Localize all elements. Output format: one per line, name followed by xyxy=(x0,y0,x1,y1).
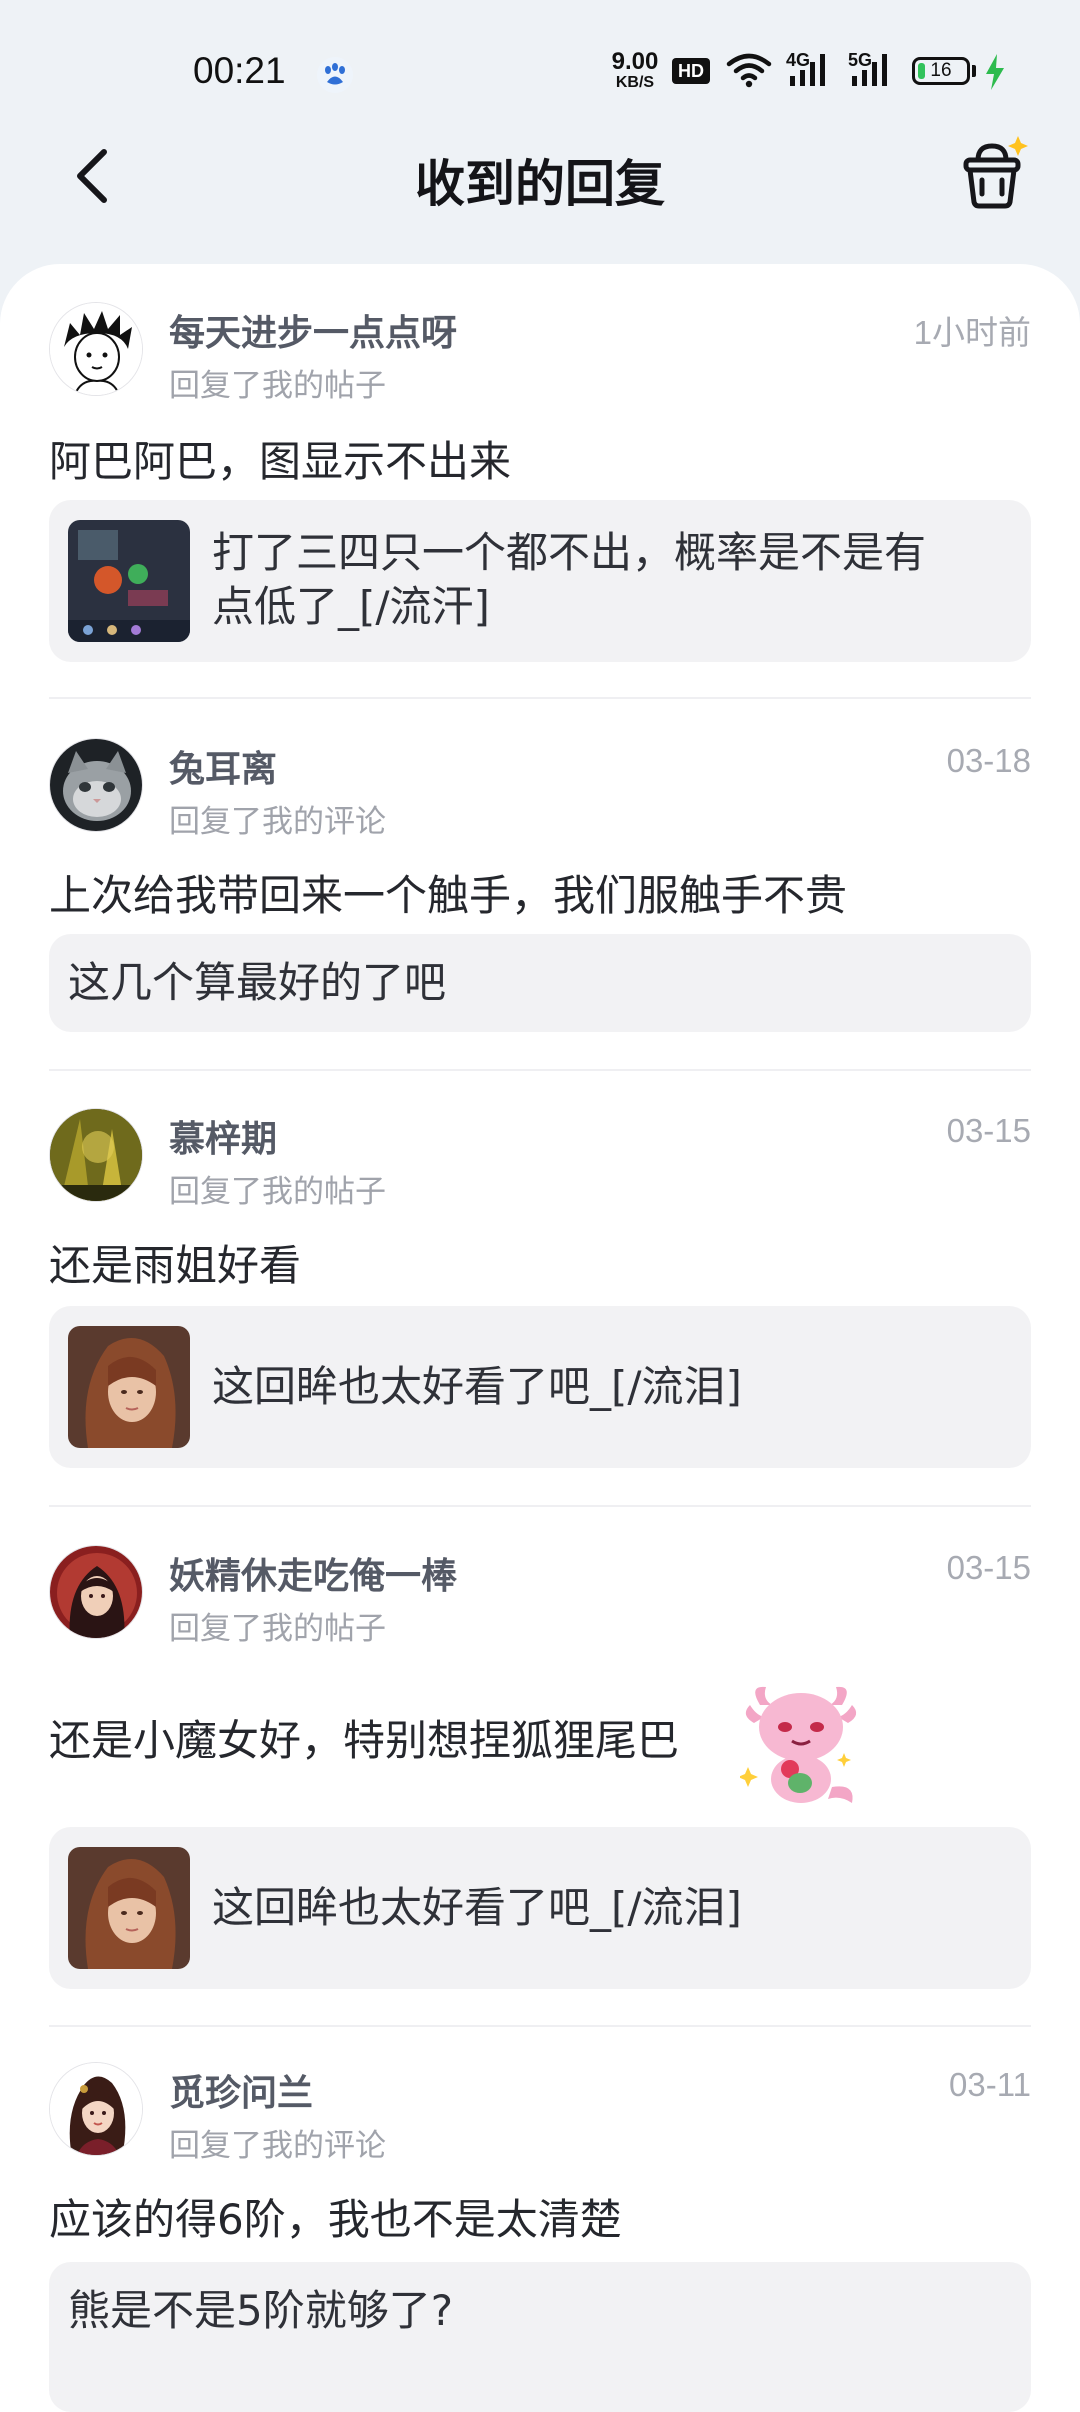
quote-text: 这回眸也太好看了吧_[/流泪] xyxy=(212,1883,742,1932)
reply-type-label: 回复了我的帖子 xyxy=(169,368,386,404)
timestamp: 03-15 xyxy=(946,1549,1031,1586)
battery-icon: 16 xyxy=(912,57,970,85)
timestamp: 1小时前 xyxy=(913,314,1031,351)
quoted-comment[interactable]: 这几个算最好的了吧 xyxy=(49,934,1031,1032)
username[interactable]: 慕梓期 xyxy=(169,1110,277,1162)
username[interactable]: 每天进步一点点呀 xyxy=(169,304,457,356)
network-speed: 9.00 KB/S xyxy=(611,48,659,91)
wifi-icon xyxy=(726,53,772,88)
reply-type-label: 回复了我的帖子 xyxy=(169,1174,386,1210)
quoted-post[interactable]: 这回眸也太好看了吧_[/流泪] xyxy=(49,1306,1031,1468)
avatar[interactable] xyxy=(49,302,143,396)
avatar[interactable] xyxy=(49,2062,143,2156)
quoted-post[interactable]: 打了三四只一个都不出，概率是不是有 点低了_[/流汗] xyxy=(49,500,1031,662)
post-thumbnail xyxy=(68,1326,190,1448)
quote-text: 熊是不是5阶就够了? xyxy=(68,2286,454,2335)
replies-screen: 00:21 9.00 KB/S HD 4G 5G 16 收到的回复 每天进步一点… xyxy=(0,0,1080,2412)
avatar[interactable] xyxy=(49,1545,143,1639)
avatar[interactable] xyxy=(49,1108,143,1202)
post-thumbnail xyxy=(68,1847,190,1969)
timestamp: 03-18 xyxy=(946,742,1031,779)
divider xyxy=(49,697,1031,699)
username[interactable]: 觅珍问兰 xyxy=(169,2064,313,2116)
reply-item[interactable]: 每天进步一点点呀 回复了我的帖子 1小时前 阿巴阿巴，图显示不出来 打了三四只一… xyxy=(49,302,1031,662)
avatar[interactable] xyxy=(49,738,143,832)
divider xyxy=(49,1505,1031,1507)
reply-type-label: 回复了我的评论 xyxy=(169,804,386,840)
username[interactable]: 妖精休走吃俺一棒 xyxy=(169,1547,457,1599)
reply-text: 应该的得6阶，我也不是太清楚 xyxy=(49,2195,622,2244)
page-title: 收到的回复 xyxy=(415,155,665,213)
reply-text: 还是小魔女好，特别想捏狐狸尾巴 xyxy=(49,1716,680,1765)
status-bar: 00:21 9.00 KB/S HD 4G 5G 16 xyxy=(0,0,1080,140)
quote-text: 这回眸也太好看了吧_[/流泪] xyxy=(212,1362,742,1411)
reply-text: 还是雨姐好看 xyxy=(49,1241,302,1290)
username[interactable]: 兔耳离 xyxy=(169,740,277,792)
quote-text-line-1: 打了三四只一个都不出，概率是不是有 xyxy=(212,528,927,577)
post-thumbnail xyxy=(68,520,190,642)
status-time: 00:21 xyxy=(193,50,286,91)
timestamp: 03-11 xyxy=(949,2066,1031,2103)
hd-voice-badge: HD xyxy=(672,58,710,84)
battery-tip xyxy=(972,65,976,77)
reply-type-label: 回复了我的评论 xyxy=(169,2128,386,2164)
charging-bolt-icon xyxy=(986,54,1004,90)
reply-item[interactable]: 觅珍问兰 回复了我的评论 03-11 应该的得6阶，我也不是太清楚 熊是不是5阶… xyxy=(49,2062,1031,2412)
reply-item[interactable]: 妖精休走吃俺一棒 回复了我的帖子 03-15 还是小魔女好，特别想捏狐狸尾巴 这… xyxy=(49,1545,1031,1990)
paw-icon xyxy=(317,57,353,93)
reply-text: 上次给我带回来一个触手，我们服触手不贵 xyxy=(49,871,848,920)
shopping-basket-icon[interactable] xyxy=(952,136,1032,216)
quoted-post[interactable]: 这回眸也太好看了吧_[/流泪] xyxy=(49,1827,1031,1989)
divider xyxy=(49,1069,1031,1071)
reply-text: 阿巴阿巴，图显示不出来 xyxy=(49,437,512,486)
quote-text: 这几个算最好的了吧 xyxy=(68,958,447,1007)
reply-type-label: 回复了我的帖子 xyxy=(169,1611,386,1647)
quoted-comment[interactable]: 熊是不是5阶就够了? xyxy=(49,2262,1031,2412)
reply-item[interactable]: 慕梓期 回复了我的帖子 03-15 还是雨姐好看 这回眸也太好看了吧_[/流泪] xyxy=(49,1108,1031,1468)
nav-bar: 收到的回复 xyxy=(0,136,1080,270)
axolotl-sticker-icon xyxy=(740,1686,857,1803)
quote-text-line-2: 点低了_[/流汗] xyxy=(212,582,490,631)
timestamp: 03-15 xyxy=(946,1112,1031,1149)
divider xyxy=(49,2025,1031,2027)
reply-item[interactable]: 兔耳离 回复了我的评论 03-18 上次给我带回来一个触手，我们服触手不贵 这几… xyxy=(49,738,1031,1034)
